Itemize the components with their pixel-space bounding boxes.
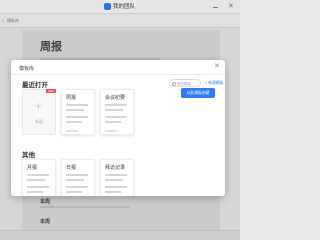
- card-line: [66, 174, 88, 176]
- card-line: [27, 191, 43, 193]
- card-line: [105, 191, 121, 193]
- search-placeholder: 搜索模板: [177, 81, 191, 86]
- template-card[interactable]: 月报: [22, 159, 56, 196]
- card-line: [66, 179, 84, 181]
- template-card[interactable]: 周报: [61, 89, 95, 135]
- card-line: [27, 179, 45, 181]
- card-line: [105, 104, 127, 106]
- blank-template-card[interactable]: NEW + 新建: [22, 89, 56, 135]
- card-line: [105, 179, 123, 181]
- card-line: [66, 191, 82, 193]
- template-dialog: 模板库 ✕ 最近打开 搜索模板 + 新建模板 从此模板创建 NEW + 新建 周…: [11, 60, 225, 196]
- card-title: 月报: [27, 165, 38, 171]
- card-title: 日报: [66, 165, 77, 171]
- card-line: [66, 104, 88, 106]
- card-title: 周报: [66, 95, 77, 101]
- card-line: [105, 174, 127, 176]
- template-card[interactable]: 会议纪要: [100, 89, 134, 135]
- card-line: [66, 130, 78, 132]
- card-line: [27, 174, 49, 176]
- card-title: 拜访记录: [105, 165, 126, 171]
- card-line: [66, 116, 88, 118]
- card-line: [27, 186, 49, 188]
- create-from-template-button[interactable]: 从此模板创建: [181, 88, 215, 98]
- template-card[interactable]: 拜访记录: [100, 159, 134, 196]
- search-icon: [172, 81, 176, 86]
- dialog-title: 模板库: [19, 66, 35, 72]
- card-line: [66, 121, 82, 123]
- card-line: [105, 109, 123, 111]
- card-title: 会议纪要: [105, 95, 126, 101]
- plus-icon: +: [35, 99, 43, 113]
- new-template-link[interactable]: + 新建模板: [205, 81, 223, 86]
- new-badge: NEW: [46, 89, 56, 93]
- card-line: [105, 186, 127, 188]
- card-line: [66, 186, 88, 188]
- blank-card-label: 新建: [35, 120, 43, 124]
- section-title-other: 其他: [22, 152, 35, 159]
- search-input[interactable]: 搜索模板: [169, 79, 201, 87]
- card-line: [105, 130, 117, 132]
- close-icon[interactable]: ✕: [214, 63, 220, 71]
- section-title-recent: 最近打开: [22, 82, 48, 89]
- card-line: [105, 121, 121, 123]
- template-card[interactable]: 日报: [61, 159, 95, 196]
- card-line: [66, 109, 84, 111]
- card-line: [105, 116, 127, 118]
- divider: [11, 74, 225, 75]
